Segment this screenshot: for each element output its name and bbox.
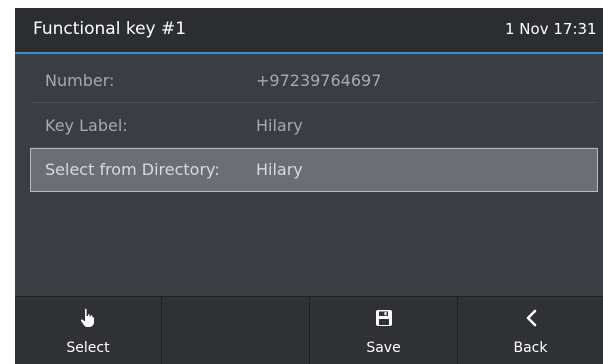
chevron-left-icon [458,307,603,329]
key-label-field-row[interactable]: Key Label: Hilary [31,105,597,148]
page-title: Functional key #1 [33,19,187,39]
number-label: Number: [45,71,115,90]
key-label-label: Key Label: [45,116,128,135]
select-from-directory-label: Select from Directory: [45,160,220,179]
hand-pointer-icon [15,307,161,329]
back-softkey[interactable]: Back [458,297,603,364]
phone-screen: Functional key #1 1 Nov 17:31 Number: +9… [15,8,603,364]
save-softkey[interactable]: Save [310,297,458,364]
floppy-disk-icon [310,307,457,329]
title-bar: Functional key #1 1 Nov 17:31 [15,8,603,54]
select-from-directory-row[interactable]: Select from Directory: Hilary [30,148,598,192]
empty-softkey[interactable] [162,297,310,364]
key-label-value[interactable]: Hilary [256,116,303,135]
number-field-row[interactable]: Number: +97239764697 [31,60,597,103]
save-softkey-label: Save [366,340,401,356]
select-from-directory-value[interactable]: Hilary [256,160,303,179]
softkey-bar: Select Save Back [15,296,603,364]
select-softkey-label: Select [66,340,110,356]
select-softkey[interactable]: Select [15,297,162,364]
date-time: 1 Nov 17:31 [505,20,597,38]
number-value[interactable]: +97239764697 [256,71,381,90]
back-softkey-label: Back [513,340,548,356]
